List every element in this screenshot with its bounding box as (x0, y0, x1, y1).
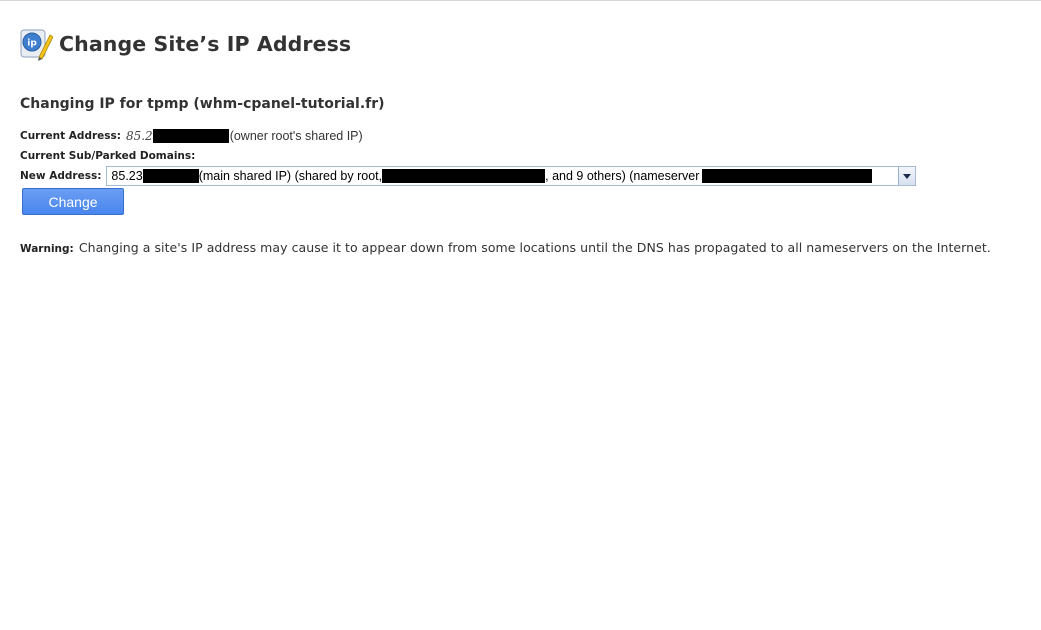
current-address-row: Current Address: 85.2 (owner root's shar… (20, 129, 363, 143)
select-value: 85.23 (main shared IP) (shared by root, … (107, 169, 873, 183)
redaction-bar (152, 129, 229, 143)
chevron-down-icon[interactable] (898, 167, 916, 185)
select-value-others: , and 9 others) (nameserver (545, 169, 700, 183)
change-button[interactable]: Change (22, 188, 124, 215)
warning-message: Warning: Changing a site's IP address ma… (20, 237, 991, 256)
current-address-label: Current Address: (20, 130, 121, 142)
ip-icon: ip (19, 27, 54, 61)
warning-text: Changing a site's IP address may cause i… (78, 240, 991, 255)
page-title: Change Site’s IP Address (59, 32, 352, 56)
select-value-ip: 85.23 (111, 169, 143, 183)
domains-label: Current Sub/Parked Domains: (20, 150, 196, 162)
new-address-select[interactable]: 85.23 (main shared IP) (shared by root, … (106, 166, 917, 186)
redaction-bar (702, 169, 873, 183)
subtitle: Changing IP for tpmp (whm-cpanel-tutoria… (20, 96, 385, 112)
new-address-row: New Address: 85.23 (main shared IP) (sha… (20, 166, 917, 186)
select-value-shared: (main shared IP) (shared by root, (198, 169, 383, 183)
page-header: ip Change Site’s IP Address (19, 27, 351, 61)
current-address-note: (owner root's shared IP) (229, 129, 363, 143)
redaction-bar (382, 169, 546, 183)
redaction-bar (142, 169, 199, 183)
warning-label: Warning: (20, 243, 74, 255)
ip-icon-text: ip (27, 39, 37, 49)
domains-row: Current Sub/Parked Domains: (20, 150, 195, 162)
top-divider (0, 0, 1041, 1)
current-address-value: 85.2 (125, 129, 153, 143)
new-address-label: New Address: (20, 170, 102, 182)
